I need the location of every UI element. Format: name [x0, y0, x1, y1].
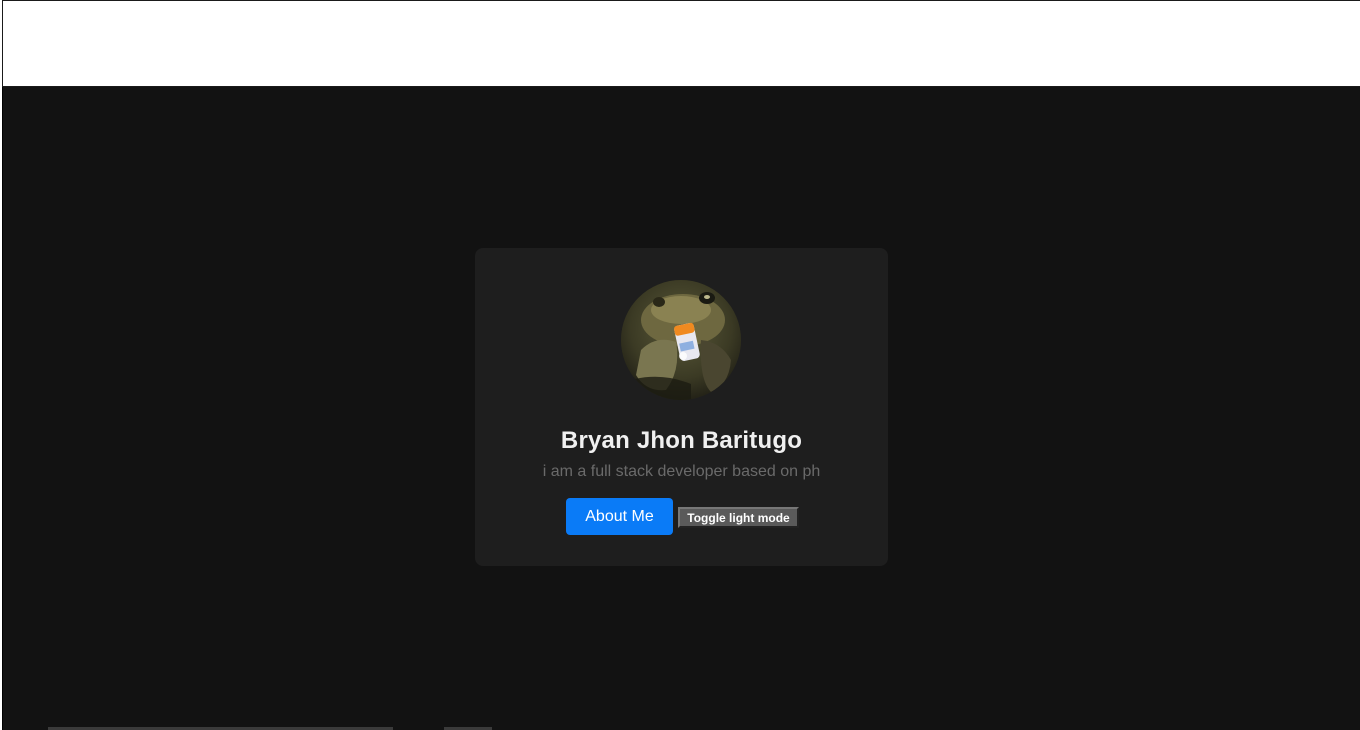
profile-card: Bryan Jhon Baritugo i am a full stack de… [475, 248, 888, 566]
profile-name: Bryan Jhon Baritugo [560, 427, 803, 454]
toad-avatar-icon [621, 280, 741, 400]
top-bar [2, 0, 1360, 87]
main-area: Bryan Jhon Baritugo i am a full stack de… [2, 87, 1360, 730]
about-me-button[interactable]: About Me [566, 498, 673, 535]
profile-tagline: i am a full stack developer based on ph [542, 463, 821, 480]
toggle-light-mode-button[interactable]: Toggle light mode [678, 507, 799, 528]
avatar [621, 280, 741, 400]
button-row: About Me Toggle light mode [475, 498, 888, 535]
